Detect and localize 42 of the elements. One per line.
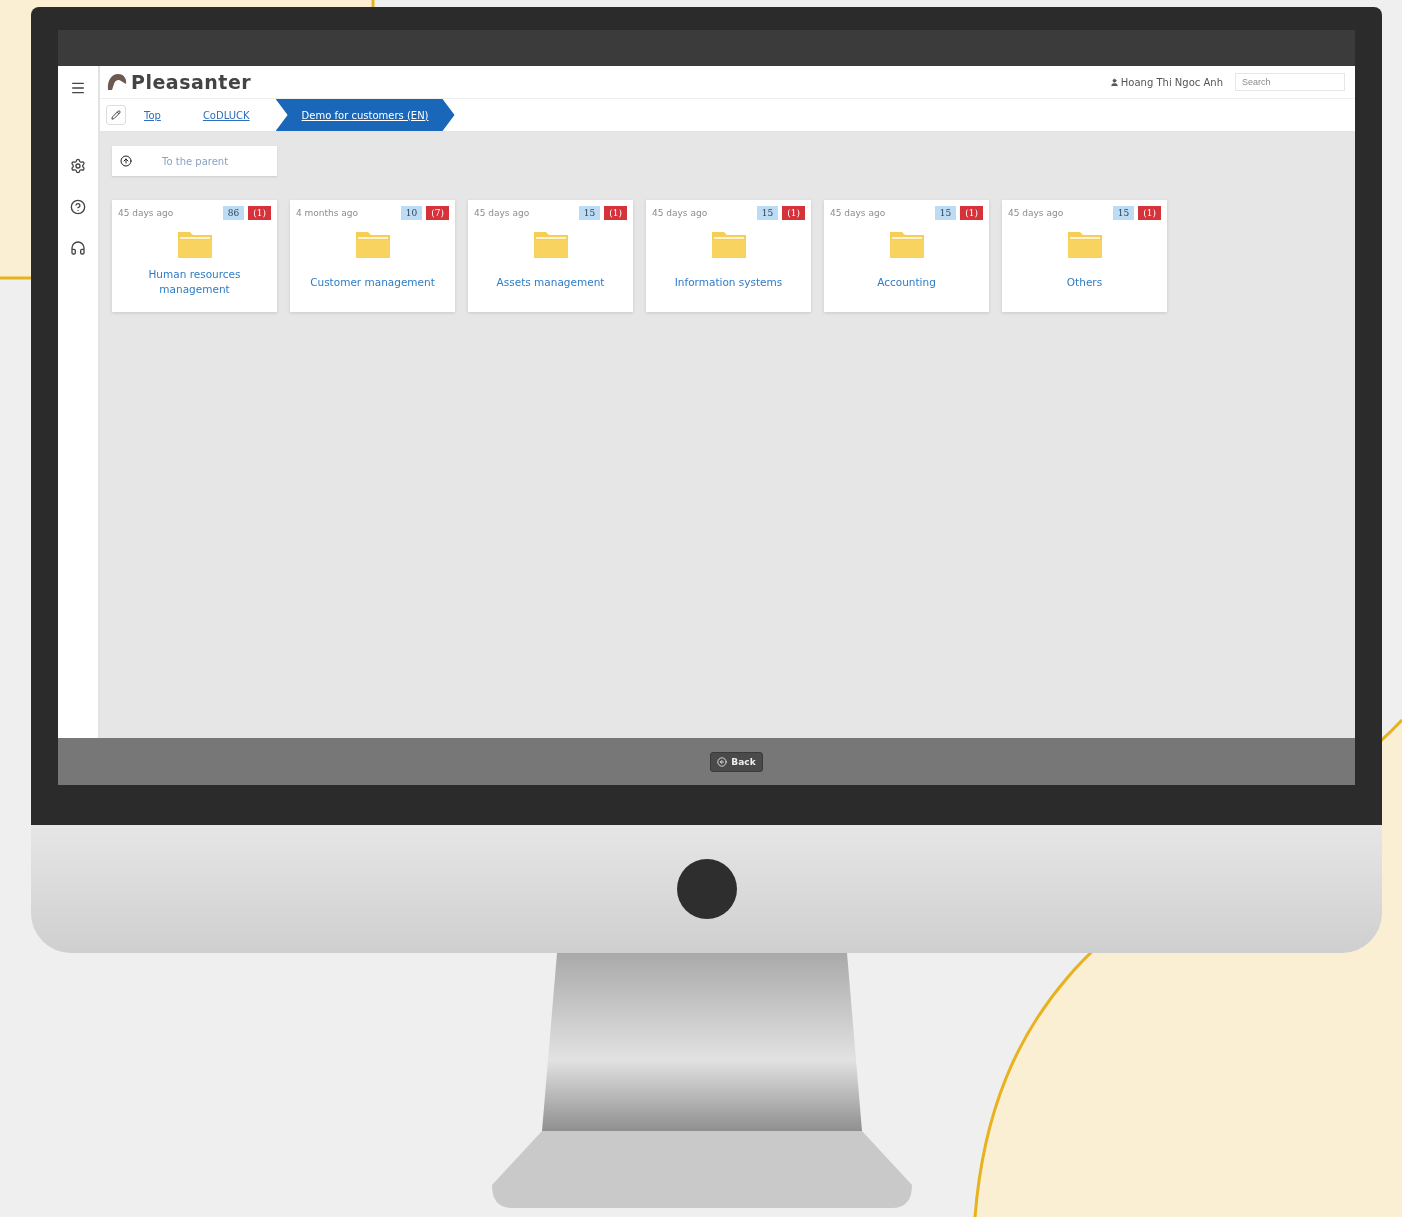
- settings-icon[interactable]: [70, 158, 86, 174]
- folder-card[interactable]: 45 days ago 15 (1) Accounting: [824, 200, 989, 312]
- folder-card[interactable]: 4 months ago 10 (7) Customer management: [290, 200, 455, 312]
- count-badge: 15: [1112, 206, 1135, 220]
- folder-title[interactable]: Others: [1066, 260, 1103, 304]
- back-button[interactable]: Back: [710, 751, 763, 772]
- folder-card[interactable]: 45 days ago 15 (1) Assets management: [468, 200, 633, 312]
- updated-time: 45 days ago: [1008, 208, 1065, 218]
- folder-title[interactable]: Human resources management: [118, 260, 271, 304]
- user-icon: [1109, 77, 1119, 87]
- count-badge: 15: [934, 206, 957, 220]
- updated-time: 4 months ago: [296, 208, 360, 218]
- count-badge: 15: [756, 206, 779, 220]
- updated-time: 45 days ago: [474, 208, 531, 218]
- updated-time: 45 days ago: [118, 208, 175, 218]
- folder-title[interactable]: Accounting: [877, 260, 936, 304]
- menu-icon[interactable]: [70, 80, 86, 96]
- alert-badge: (1): [1138, 206, 1161, 220]
- folder-title[interactable]: Customer management: [310, 260, 435, 304]
- folder-card[interactable]: 45 days ago 15 (1) Information systems: [646, 200, 811, 312]
- search-field[interactable]: Search: [1235, 73, 1345, 91]
- folder-card[interactable]: 45 days ago 86 (1) Human resources management: [112, 200, 277, 312]
- headphones-icon[interactable]: [70, 240, 86, 256]
- updated-time: 45 days ago: [652, 208, 709, 218]
- updated-time: 45 days ago: [830, 208, 887, 218]
- alert-badge: (1): [248, 206, 271, 220]
- folder-card[interactable]: 45 days ago 15 (1) Others: [1002, 200, 1167, 312]
- alert-badge: (1): [604, 206, 627, 220]
- back-icon: [717, 756, 728, 767]
- logo-icon: [106, 72, 128, 92]
- edit-icon[interactable]: [106, 105, 126, 125]
- count-badge: 86: [222, 206, 245, 220]
- alert-badge: (1): [782, 206, 805, 220]
- alert-badge: (7): [426, 206, 449, 220]
- alert-badge: (1): [960, 206, 983, 220]
- count-badge: 15: [578, 206, 601, 220]
- app-logo: Pleasanter: [131, 71, 252, 93]
- folder-title[interactable]: Assets management: [496, 260, 605, 304]
- help-icon[interactable]: [70, 199, 86, 215]
- folder-title[interactable]: Information systems: [674, 260, 783, 304]
- count-badge: 10: [400, 206, 423, 220]
- breadcrumb-link[interactable]: Demo for customers (EN): [275, 99, 455, 131]
